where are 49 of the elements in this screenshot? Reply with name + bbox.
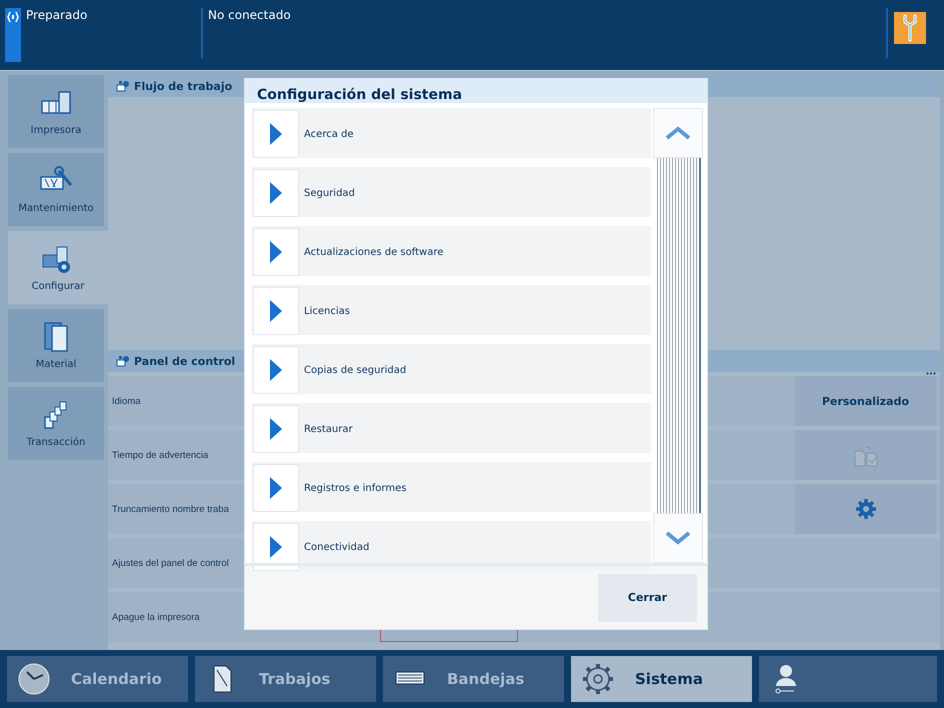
taskbar-tab[interactable]: Trabajos bbox=[195, 656, 376, 702]
menu-item[interactable]: Seguridad bbox=[252, 167, 652, 217]
menu-item[interactable]: Licencias bbox=[252, 285, 652, 335]
taskbar-tab[interactable]: Sistema bbox=[571, 656, 752, 702]
brackets-icon bbox=[7, 11, 19, 23]
sidebar-item[interactable]: Configurar bbox=[8, 231, 108, 304]
play-arrow-icon bbox=[269, 418, 283, 440]
scroll-up-button[interactable] bbox=[653, 108, 703, 158]
play-arrow-icon bbox=[269, 477, 283, 499]
play-arrow-icon bbox=[269, 536, 283, 558]
section-title: Flujo de trabajo bbox=[134, 80, 232, 92]
play-arrow-icon bbox=[269, 300, 283, 322]
play-arrow-icon bbox=[269, 182, 283, 204]
taskbar-tab[interactable]: Bandejas bbox=[383, 656, 564, 702]
taskbar-tab[interactable] bbox=[759, 656, 937, 702]
menu-item[interactable]: Acerca de bbox=[252, 108, 652, 158]
menu-item[interactable]: Conectividad bbox=[252, 521, 652, 571]
setting-label: Idioma bbox=[111, 396, 142, 406]
gear-icon bbox=[581, 662, 615, 696]
chevron-up-icon bbox=[665, 126, 692, 140]
settings-icon bbox=[854, 498, 876, 520]
setting-label: Tiempo de advertencia bbox=[111, 450, 210, 460]
dialog-title: Configuración del sistema bbox=[245, 79, 707, 103]
menu-item[interactable]: Registros e informes bbox=[252, 462, 652, 512]
value-button[interactable] bbox=[795, 484, 936, 534]
sidebar-item[interactable]: Material bbox=[8, 309, 104, 382]
setting-label: Truncamiento nombre traba bbox=[111, 504, 230, 514]
setting-label: Ajustes del panel de control bbox=[111, 558, 230, 568]
sidebar-item[interactable]: Mantenimiento bbox=[8, 153, 104, 226]
more-icon[interactable] bbox=[926, 372, 936, 375]
menu-item[interactable]: Actualizaciones de software bbox=[252, 226, 652, 276]
menu-item[interactable]: Copias de seguridad bbox=[252, 344, 652, 394]
scroll-down-button[interactable] bbox=[653, 513, 703, 563]
menu-item[interactable]: Restaurar bbox=[252, 403, 652, 453]
sidebar-item[interactable]: Transacción bbox=[8, 387, 104, 460]
connection-status: No conectado bbox=[208, 8, 292, 22]
sidebar-item[interactable]: Impresora bbox=[8, 75, 104, 148]
printer-status: Preparado bbox=[26, 8, 88, 22]
play-arrow-icon bbox=[269, 123, 283, 145]
value-button[interactable]: Personalizado bbox=[795, 376, 936, 426]
section-title: Panel de control bbox=[134, 354, 236, 368]
chevron-down-icon bbox=[665, 531, 692, 545]
play-arrow-icon bbox=[269, 359, 283, 381]
clock-icon bbox=[17, 662, 51, 696]
setting-label: Apague la impresora bbox=[111, 612, 201, 622]
play-arrow-icon bbox=[269, 241, 283, 263]
scrollbar[interactable] bbox=[655, 158, 701, 513]
close-button[interactable]: Cerrar bbox=[598, 574, 697, 622]
taskbar-tab[interactable]: Calendario bbox=[7, 656, 188, 702]
